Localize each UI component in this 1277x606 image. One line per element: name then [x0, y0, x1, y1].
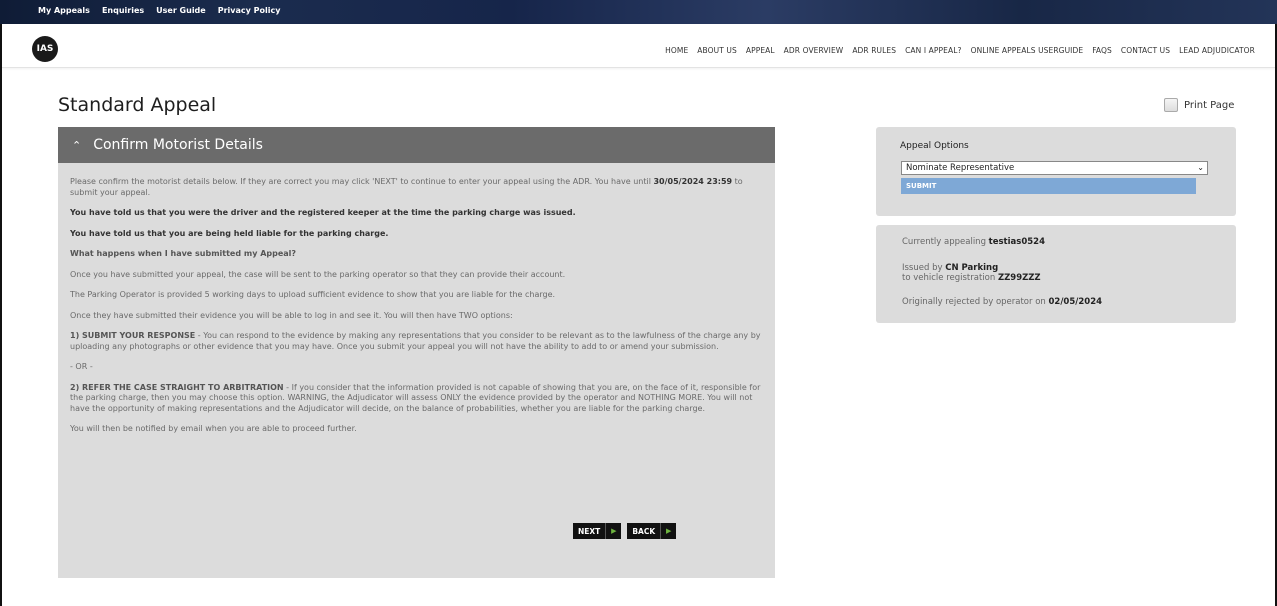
panel-body: Please confirm the motorist details belo… — [58, 163, 775, 435]
appeal-options-heading: Appeal Options — [900, 141, 969, 151]
issuer-name: CN Parking — [945, 263, 999, 273]
chevron-up-icon[interactable]: ⌃ — [72, 139, 81, 152]
rejected-date: 02/05/2024 — [1048, 297, 1103, 307]
printer-icon[interactable] — [1164, 98, 1178, 112]
back-button[interactable]: BACK ▶ — [627, 523, 677, 539]
option-2-title: 2) REFER THE CASE STRAIGHT TO ARBITRATIO… — [70, 382, 284, 392]
top-link-user-guide[interactable]: User Guide — [156, 6, 206, 15]
next-label[interactable]: NEXT — [573, 523, 605, 539]
submit-button[interactable]: SUBMIT — [901, 178, 1196, 194]
nav-can-i-appeal[interactable]: CAN I APPEAL? — [905, 46, 961, 55]
top-bar: My Appeals Enquiries User Guide Privacy … — [0, 0, 1277, 24]
what-happens-heading: What happens when I have submitted my Ap… — [70, 249, 297, 258]
issued-label: Issued by — [902, 263, 946, 273]
option-1-title: 1) SUBMIT YOUR RESPONSE — [70, 331, 196, 340]
operator-paragraph: The Parking Operator is provided 5 worki… — [70, 290, 556, 299]
appeal-option-select[interactable]: Nominate Representative ⌄ — [901, 161, 1208, 175]
nav-online-appeals-userguide[interactable]: ONLINE APPEALS USERGUIDE — [971, 46, 1084, 55]
back-label[interactable]: BACK — [627, 523, 660, 539]
nav-contact-us[interactable]: CONTACT US — [1121, 46, 1170, 55]
currently-appealing: Currently appealing testias0524 — [902, 237, 1045, 247]
print-page-label[interactable]: Print Page — [1184, 100, 1234, 111]
top-link-my-appeals[interactable]: My Appeals — [38, 6, 90, 15]
intro-paragraph: Please confirm the motorist details belo… — [70, 177, 763, 198]
vehicle-label: to vehicle registration — [902, 273, 998, 283]
panel-header[interactable]: ⌃ Confirm Motorist Details — [58, 127, 775, 163]
print-page-link[interactable]: Print Page — [1164, 98, 1234, 112]
option-2-paragraph: 2) REFER THE CASE STRAIGHT TO ARBITRATIO… — [70, 383, 763, 415]
arrow-right-icon[interactable]: ▶ — [660, 523, 676, 539]
rejected-label: Originally rejected by operator on — [902, 297, 1049, 307]
next-button[interactable]: NEXT ▶ — [573, 523, 622, 539]
nav-about-us[interactable]: ABOUT US — [697, 46, 737, 55]
confirm-motorist-panel: ⌃ Confirm Motorist Details Please confir… — [58, 127, 775, 578]
nav-lead-adjudicator[interactable]: LEAD ADJUDICATOR — [1179, 46, 1255, 55]
submitted-paragraph: Once you have submitted your appeal, the… — [70, 269, 566, 279]
appeal-info-panel: Currently appealing testias0524 Issued b… — [876, 225, 1236, 323]
nav-appeal[interactable]: APPEAL — [746, 46, 775, 55]
panel-title: Confirm Motorist Details — [93, 137, 263, 153]
panel-buttons: NEXT ▶ BACK ▶ — [573, 523, 677, 539]
intro-text: Please confirm the motorist details belo… — [70, 177, 654, 186]
appeal-reference: testias0524 — [988, 237, 1045, 247]
appeal-option-selected[interactable]: Nominate Representative — [906, 163, 1014, 173]
nav-home[interactable]: HOME — [665, 46, 688, 55]
site-header: IAS HOME ABOUT US APPEAL ADR OVERVIEW AD… — [2, 24, 1275, 68]
top-link-enquiries[interactable]: Enquiries — [102, 6, 144, 15]
options-paragraph: Once they have submitted their evidence … — [70, 310, 513, 320]
notify-paragraph: You will then be notified by email when … — [70, 424, 357, 433]
option-1-paragraph: 1) SUBMIT YOUR RESPONSE - You can respon… — [70, 331, 763, 352]
appealing-label: Currently appealing — [902, 237, 989, 247]
issued-by: Issued by CN Parking to vehicle registra… — [902, 263, 1041, 283]
arrow-right-icon[interactable]: ▶ — [605, 523, 621, 539]
top-links: My Appeals Enquiries User Guide Privacy … — [38, 6, 280, 15]
told-liable-text: You have told us that you are being held… — [70, 228, 389, 238]
nav-faqs[interactable]: FAQS — [1092, 46, 1112, 55]
nav-adr-rules[interactable]: ADR RULES — [852, 46, 896, 55]
rejected-on: Originally rejected by operator on 02/05… — [902, 297, 1102, 307]
main-nav: HOME ABOUT US APPEAL ADR OVERVIEW ADR RU… — [665, 46, 1255, 55]
ias-logo[interactable]: IAS — [32, 36, 58, 62]
deadline: 30/05/2024 23:59 — [653, 177, 733, 186]
chevron-down-icon[interactable]: ⌄ — [1197, 162, 1204, 174]
nav-adr-overview[interactable]: ADR OVERVIEW — [784, 46, 844, 55]
vehicle-registration: ZZ99ZZZ — [997, 273, 1041, 283]
appeal-options-panel: Appeal Options Nominate Representative ⌄… — [876, 127, 1236, 216]
or-divider: - OR - — [70, 362, 93, 371]
top-link-privacy-policy[interactable]: Privacy Policy — [218, 6, 281, 15]
told-driver-text: You have told us that you were the drive… — [70, 208, 576, 217]
page-title: Standard Appeal — [58, 94, 217, 116]
